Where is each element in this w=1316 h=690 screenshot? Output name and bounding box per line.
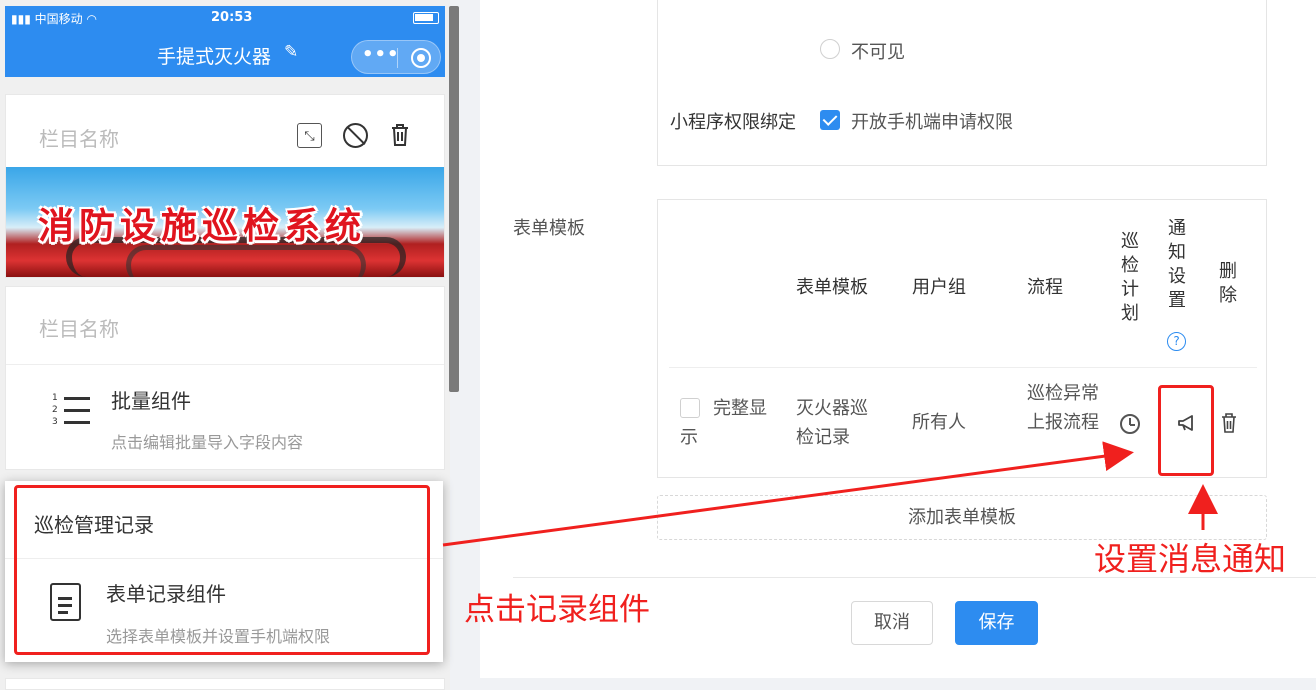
header-char: 计 — [1121, 279, 1139, 300]
save-button[interactable]: 保存 — [955, 601, 1038, 645]
annotation-set-notification: 设置消息通知 — [1094, 540, 1287, 578]
next-card-edge — [5, 678, 445, 690]
collapse-icon[interactable]: ⤡ — [297, 123, 322, 148]
ordered-list-icon: 1 2 3 — [52, 391, 92, 431]
row-divider — [669, 367, 1257, 368]
cancel-button[interactable]: 取消 — [851, 601, 933, 645]
disable-icon[interactable] — [343, 123, 368, 148]
binding-label: 小程序权限绑定 — [670, 112, 796, 133]
more-icon[interactable]: ••• — [362, 44, 400, 65]
highlight-notify-icon — [1158, 385, 1214, 476]
header-char: 设 — [1168, 266, 1186, 287]
header-char: 通 — [1168, 218, 1186, 239]
page-title: 手提式灭火器 — [157, 46, 272, 68]
header-notify-setting: 通 知 设 置 — [1166, 217, 1188, 313]
annotation-click-component: 点击记录组件 — [464, 592, 650, 628]
header-char: 删 — [1219, 261, 1237, 282]
header-delete: 删 除 — [1217, 260, 1239, 308]
list-number: 3 — [52, 417, 58, 427]
edit-title-icon[interactable]: ✎ — [284, 42, 298, 62]
batch-component-name: 批量组件 — [111, 389, 191, 413]
clock-icon[interactable] — [1120, 414, 1140, 434]
full-display-label: 完整显示 — [680, 398, 767, 448]
trash-icon[interactable] — [1221, 413, 1237, 433]
form-template-label: 表单模板 — [513, 218, 585, 239]
divider — [6, 364, 444, 365]
batch-column-card[interactable]: 栏目名称 1 2 3 批量组件 点击编辑批量导入字段内容 — [5, 286, 445, 470]
capsule-menu: ••• — [351, 40, 441, 74]
scrollbar[interactable] — [449, 6, 459, 392]
header-char: 划 — [1121, 303, 1139, 324]
header-inspection-plan: 巡 检 计 划 — [1119, 230, 1141, 326]
carrier-name: 中国移动 — [34, 12, 83, 26]
column-name-label: 栏目名称 — [39, 317, 119, 341]
mobile-permission-checkbox[interactable] — [820, 110, 840, 130]
highlight-form-record-card — [14, 485, 430, 655]
mobile-permission-label: 开放手机端申请权限 — [851, 112, 1013, 133]
batch-component-desc: 点击编辑批量导入字段内容 — [111, 433, 304, 452]
capsule-divider — [397, 48, 398, 68]
header-char: 置 — [1168, 290, 1186, 311]
invisible-radio[interactable] — [820, 39, 840, 59]
header-char: 除 — [1219, 285, 1237, 306]
invisible-label: 不可见 — [851, 42, 905, 63]
header-char: 巡 — [1121, 231, 1139, 252]
permission-box: 不可见 小程序权限绑定 开放手机端申请权限 — [657, 0, 1267, 166]
column-name-label: 栏目名称 — [39, 127, 119, 151]
cell-template: 灭火器巡检记录 — [796, 398, 868, 448]
banner-column-card[interactable]: 栏目名称 ⤡ 消防设施巡检系统 — [5, 94, 445, 278]
trash-icon[interactable] — [387, 123, 412, 148]
cell-flow: 巡检异常上报流程 — [1027, 383, 1099, 433]
header-char: 检 — [1121, 255, 1139, 276]
banner-image: 消防设施巡检系统 — [6, 167, 444, 277]
header-flow: 流程 — [1027, 277, 1063, 298]
battery-icon — [413, 12, 439, 24]
signal-carrier: ▮▮▮ 中国移动 ◠ — [11, 12, 97, 26]
status-time: 20:53 — [211, 10, 253, 25]
cell-user-group: 所有人 — [912, 412, 966, 433]
help-icon[interactable]: ? — [1167, 332, 1186, 351]
mini-program-header: ▮▮▮ 中国移动 ◠ 20:53 手提式灭火器 ✎ ••• — [5, 6, 445, 77]
header-template: 表单模板 — [796, 277, 868, 298]
list-number: 2 — [52, 405, 58, 415]
list-number: 1 — [52, 393, 58, 403]
header-char: 知 — [1168, 242, 1186, 263]
banner-hose-graphic — [126, 245, 366, 277]
header-user-group: 用户组 — [912, 277, 966, 298]
banner-text: 消防设施巡检系统 — [38, 206, 367, 247]
close-miniprogram-icon[interactable] — [411, 48, 431, 68]
